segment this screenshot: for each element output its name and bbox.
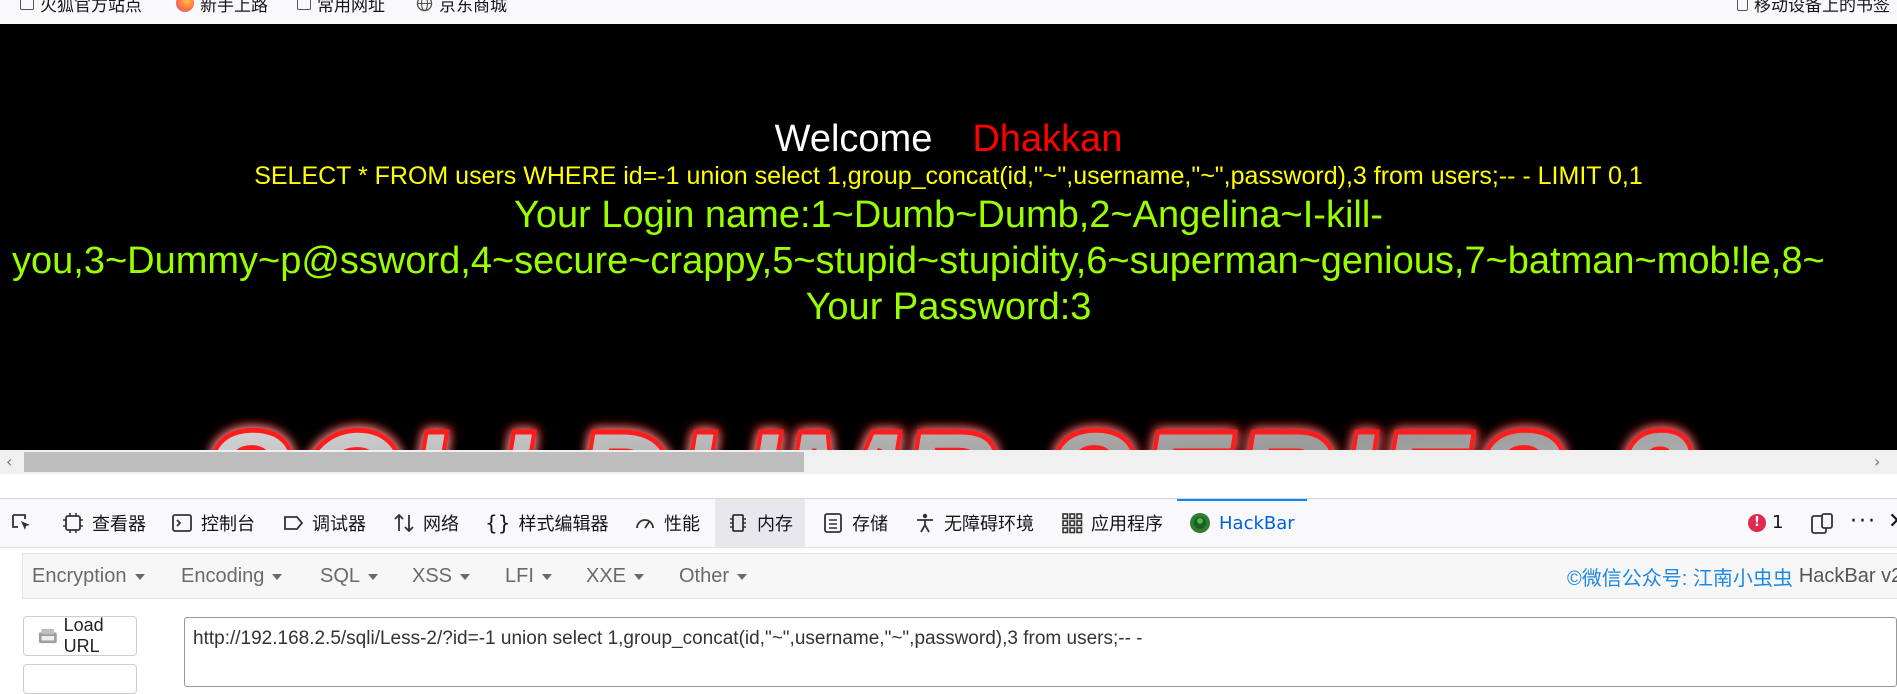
menu-lfi[interactable]: LFI [505,554,552,598]
accessibility-icon [917,513,933,533]
tab-label: 存储 [852,514,888,535]
mobile-icon [1737,0,1748,11]
bookmark-item[interactable]: 火狐官方站点 [20,0,142,16]
memory-icon [730,514,746,532]
menu-label: Encryption [32,564,127,587]
menu-label: LFI [505,564,534,587]
tab-label: 应用程序 [1091,514,1163,535]
bookmark-item[interactable]: 京东商城 [416,0,507,16]
scroll-left-icon[interactable]: ‹ [6,452,12,471]
folder-icon [297,0,311,10]
menu-sql[interactable]: SQL [320,554,379,598]
menu-encryption[interactable]: Encryption [32,554,145,598]
tab-label: 无障碍环境 [944,514,1034,535]
bookmark-item[interactable]: 新手上路 [176,0,268,16]
storage-icon [824,513,842,533]
menu-label: SQL [320,564,361,587]
hackbar-menu: Encryption Encoding SQL XSS LFI XXE Othe… [22,553,1897,599]
menu-encoding[interactable]: Encoding [181,554,283,598]
menu-label: Other [679,564,730,587]
tab-label: 性能 [664,514,700,535]
firefox-icon [176,0,194,12]
chevron-down-icon [272,574,283,580]
tab-performance[interactable]: 性能 [634,499,700,547]
horizontal-scrollbar[interactable]: ‹ › [0,450,1897,474]
network-icon [394,513,414,533]
bookmark-label: 新手上路 [200,0,268,16]
split-url-button[interactable] [23,664,137,694]
tab-memory[interactable]: 内存 [715,499,805,547]
tab-debugger[interactable]: 调试器 [282,499,366,547]
menu-label: XSS [412,564,453,587]
bookmark-item[interactable]: 常用网址 [297,0,385,16]
close-icon[interactable]: ✕ [1888,509,1897,534]
tab-console[interactable]: 控制台 [171,499,255,547]
tab-label: 样式编辑器 [518,514,609,535]
tab-label: HackBar [1219,512,1295,534]
tab-accessibility[interactable]: 无障碍环境 [914,499,1034,547]
tab-label: 查看器 [92,514,146,535]
hackbar-version: HackBar v2 [1798,564,1897,587]
tab-network[interactable]: 网络 [393,499,459,547]
responsive-design-icon[interactable] [1810,512,1834,536]
error-icon: ! [1748,513,1766,532]
chevron-down-icon [634,574,645,580]
tab-label: 调试器 [312,514,366,535]
load-url-button[interactable]: Load URL [23,615,137,656]
style-editor-icon: {} [485,511,511,535]
folder-icon [20,0,34,10]
debugger-icon [284,516,304,530]
page-content: Welcome Dhakkan SELECT * FROM users WHERE… [0,24,1897,474]
tab-label: 网络 [423,514,459,535]
performance-icon [636,519,654,529]
scroll-right-icon[interactable]: › [1874,452,1880,471]
element-picker-icon[interactable] [10,512,34,534]
application-icon [1062,513,1083,534]
sqli-banner-image: SQLI DUMB SERIES-2 [196,394,1696,475]
chevron-down-icon [368,574,379,580]
menu-label: XXE [586,564,627,587]
inspector-icon [63,513,83,533]
menu-xxe[interactable]: XXE [586,554,645,598]
bookmarks-toolbar: 火狐官方站点 新手上路 常用网址 京东商城 移动设备上的书签 [0,0,1897,24]
tab-label: 内存 [757,514,793,535]
load-url-label: Load URL [63,615,104,656]
load-icon [38,628,57,644]
tab-label: 控制台 [201,514,255,535]
bookmark-label: 京东商城 [439,0,507,16]
chevron-down-icon [460,574,471,580]
tab-storage[interactable]: 存储 [822,499,888,547]
error-count: 1 [1772,512,1784,533]
mobile-bookmarks[interactable]: 移动设备上的书签 [1737,0,1890,16]
console-icon [172,514,192,532]
bookmark-label: 火狐官方站点 [40,0,142,16]
chevron-down-icon [134,574,145,580]
menu-xss[interactable]: XSS [412,554,471,598]
credit-link[interactable]: ©微信公众号: 江南小虫虫 [1567,562,1793,591]
scrollbar-thumb[interactable] [24,452,804,472]
chevron-down-icon [737,574,748,580]
bookmark-label: 常用网址 [317,0,385,16]
tab-application[interactable]: 应用程序 [1061,499,1163,547]
hackbar-credit[interactable]: ©微信公众号: 江南小虫虫 HackBar v2 [1567,554,1897,598]
tab-style-editor[interactable]: {} 样式编辑器 [485,499,608,547]
devtools-toolbar: 查看器 控制台 调试器 网络 {} 样式编辑器 性能 内存 存储 无障碍环境 应… [0,498,1897,548]
mobile-bookmarks-label: 移动设备上的书签 [1754,0,1890,16]
error-counter[interactable]: ! 1 [1748,512,1783,533]
menu-other[interactable]: Other [679,554,748,598]
more-options-icon[interactable]: ··· [1850,509,1877,534]
url-input[interactable]: http://192.168.2.5/sqli/Less-2/?id=-1 un… [184,617,1897,687]
menu-label: Encoding [181,564,265,587]
tab-inspector[interactable]: 查看器 [62,499,146,547]
chevron-down-icon [541,574,552,580]
hackbar-icon [1190,513,1210,533]
tab-hackbar[interactable]: HackBar [1177,499,1307,547]
globe-icon [416,0,433,11]
